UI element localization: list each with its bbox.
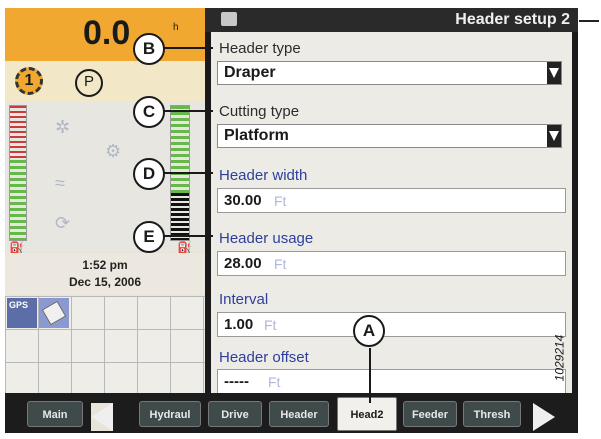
park-brake-icon: P — [75, 69, 103, 97]
tab-bar: Main Hydraul Drive Header Head2 Feeder T… — [5, 393, 578, 433]
gauge-area: ✲ ⚙ ≈ ⟳ ⛽ ⛽ — [5, 101, 205, 255]
header-usage-label: Header usage — [219, 230, 314, 247]
header-width-value: 30.00 — [224, 192, 262, 209]
figure-number: 1029214 — [552, 334, 567, 382]
header-width-field[interactable]: 30.00 Ft — [217, 188, 566, 213]
speed-value: 0.0 — [83, 14, 131, 52]
tab-thresh[interactable]: Thresh — [463, 401, 521, 427]
callout-a: A — [353, 315, 385, 347]
header-type-value: Draper — [224, 64, 276, 81]
tab-main[interactable]: Main — [27, 401, 83, 427]
callout-e: E — [133, 221, 165, 253]
callout-c-line — [163, 110, 213, 112]
combine-icon — [221, 12, 237, 26]
callout-b-line — [163, 47, 213, 49]
manual-book-icon[interactable] — [39, 298, 69, 328]
tab-header[interactable]: Header — [269, 401, 329, 427]
callout-a-line — [369, 348, 371, 403]
cutting-type-dropdown[interactable]: Platform — [217, 124, 562, 148]
interval-unit: Ft — [264, 317, 277, 333]
clock-date: Dec 15, 2006 — [68, 275, 142, 289]
tab-head2[interactable]: Head2 — [337, 397, 397, 431]
clock-time: 1:52 pm — [82, 258, 128, 272]
callout-c: C — [133, 96, 165, 128]
gps-icon[interactable]: GPS — [7, 298, 37, 328]
header-offset-label: Header offset — [219, 349, 309, 366]
dropdown-arrow-icon[interactable] — [547, 125, 561, 147]
speed-unit: h — [173, 22, 179, 33]
callout-e-line — [163, 235, 213, 237]
header-width-unit: Ft — [274, 193, 287, 209]
gear-park-row: 1 P — [5, 61, 205, 101]
header-usage-unit: Ft — [274, 256, 287, 272]
status-panel: 0.0 h 1 P ✲ ⚙ ≈ ⟳ ⛽ ⛽ 1:52 pm Dec 15, 20… — [5, 8, 205, 393]
engine-icon: ⚙ — [105, 141, 122, 161]
interval-value: 1.00 — [224, 316, 254, 333]
shortcut-grid: GPS — [5, 296, 205, 393]
previous-arrow-icon[interactable] — [91, 403, 113, 431]
callout-b: B — [133, 33, 165, 65]
cutting-type-label: Cutting type — [219, 103, 300, 120]
title-bar: Header setup 2 — [205, 8, 578, 32]
header-setup-form: Header type Draper Cutting type Platform… — [211, 32, 572, 394]
page-title: Header setup 2 — [455, 11, 570, 28]
monitor-screen: 0.0 h 1 P ✲ ⚙ ≈ ⟳ ⛽ ⛽ 1:52 pm Dec 15, 20… — [5, 8, 578, 433]
temperature-icon: ≈ — [55, 173, 65, 193]
fuel-gauge — [9, 105, 27, 241]
fan-icon: ✲ — [55, 117, 71, 137]
edge-rule — [579, 20, 599, 22]
header-type-label: Header type — [219, 40, 301, 57]
datetime-display: 1:52 pm Dec 15, 2006 — [5, 253, 205, 295]
header-offset-value: ----- — [224, 373, 249, 390]
gear-indicator-icon: 1 — [15, 67, 43, 95]
tab-hydraul[interactable]: Hydraul — [139, 401, 201, 427]
speed-display: 0.0 h — [5, 8, 205, 61]
gps-label: GPS — [9, 300, 29, 310]
callout-d-line — [163, 172, 213, 174]
rpm-icon: ⟳ — [55, 213, 71, 233]
dropdown-arrow-icon[interactable] — [547, 62, 561, 84]
header-usage-field[interactable]: 28.00 Ft — [217, 251, 566, 276]
tab-drive[interactable]: Drive — [208, 401, 262, 427]
header-type-dropdown[interactable]: Draper — [217, 61, 562, 85]
figure-reference: 1029214 — [552, 295, 601, 425]
header-usage-value: 28.00 — [224, 255, 262, 272]
header-offset-unit: Ft — [268, 374, 281, 390]
callout-d: D — [133, 158, 165, 190]
cutting-type-value: Platform — [224, 127, 289, 144]
next-arrow-icon[interactable] — [533, 403, 555, 431]
interval-field[interactable]: 1.00 Ft — [217, 312, 566, 337]
interval-label: Interval — [219, 291, 269, 308]
tab-feeder[interactable]: Feeder — [403, 401, 457, 427]
header-width-label: Header width — [219, 167, 308, 184]
header-offset-field[interactable]: ----- Ft — [217, 369, 566, 394]
